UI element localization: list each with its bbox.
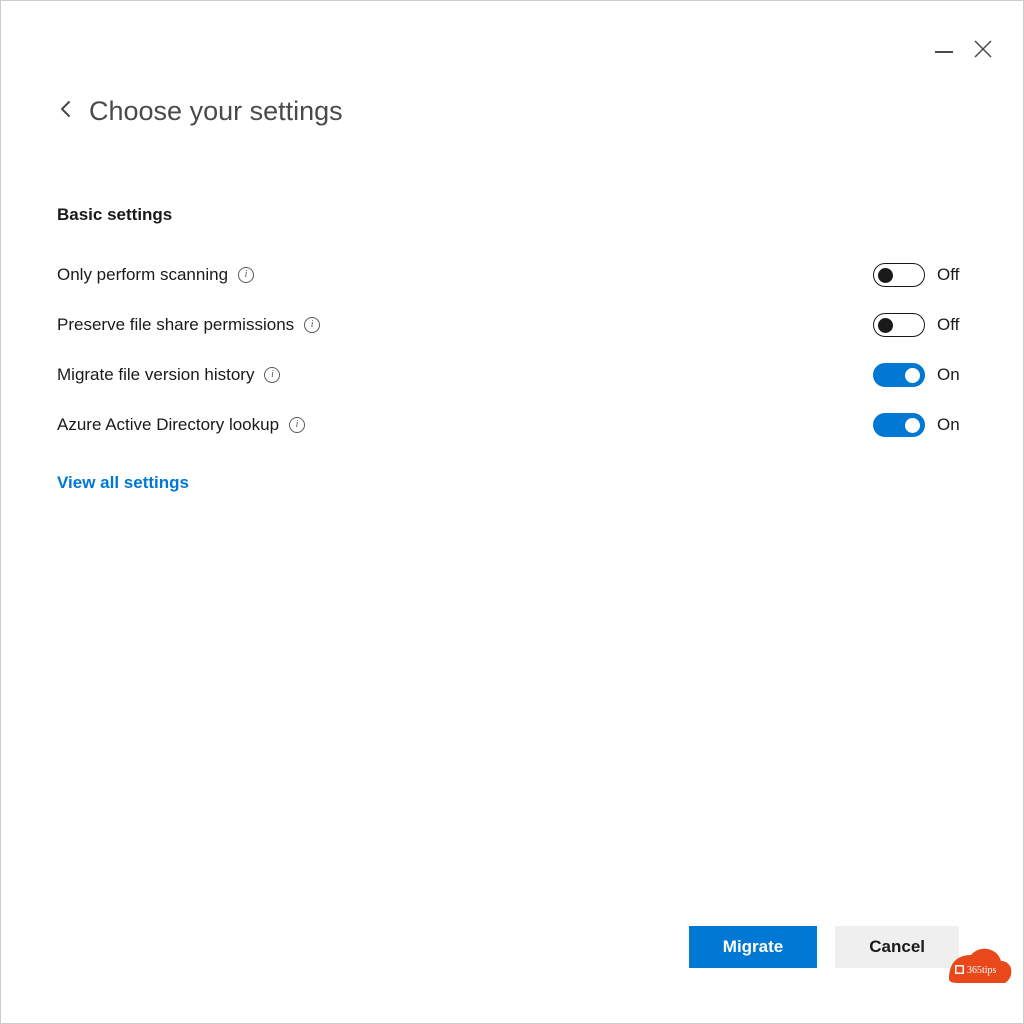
toggle-status: On [937,415,967,435]
back-chevron-icon[interactable] [57,100,75,123]
footer-buttons: Migrate Cancel [689,926,959,968]
setting-label: Preserve file share permissions [57,315,294,335]
toggle-status: On [937,365,967,385]
info-icon[interactable]: i [264,367,280,383]
migrate-button[interactable]: Migrate [689,926,817,968]
page-title: Choose your settings [89,96,343,127]
setting-row-version-history: Migrate file version history i On [57,363,967,387]
svg-text:365tips: 365tips [967,965,997,976]
watermark-logo: 365tips [937,941,1015,993]
page-header: Choose your settings [57,96,967,127]
setting-row-scanning: Only perform scanning i Off [57,263,967,287]
toggle-aad-lookup[interactable] [873,413,925,437]
minimize-icon[interactable] [935,51,953,53]
toggle-scanning[interactable] [873,263,925,287]
toggle-status: Off [937,315,967,335]
setting-label: Azure Active Directory lookup [57,415,279,435]
close-icon[interactable] [973,39,993,64]
info-icon[interactable]: i [238,267,254,283]
info-icon[interactable]: i [304,317,320,333]
setting-label: Only perform scanning [57,265,228,285]
toggle-status: Off [937,265,967,285]
setting-row-aad-lookup: Azure Active Directory lookup i On [57,413,967,437]
setting-row-permissions: Preserve file share permissions i Off [57,313,967,337]
basic-settings-heading: Basic settings [57,205,967,225]
toggle-version-history[interactable] [873,363,925,387]
toggle-permissions[interactable] [873,313,925,337]
info-icon[interactable]: i [289,417,305,433]
setting-label: Migrate file version history [57,365,254,385]
view-all-settings-link[interactable]: View all settings [57,473,189,493]
